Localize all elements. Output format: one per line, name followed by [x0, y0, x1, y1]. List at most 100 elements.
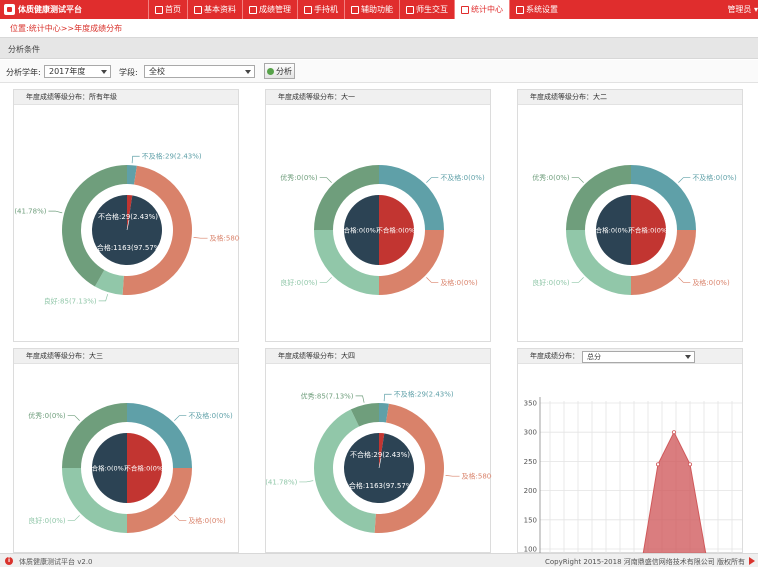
- pie-chart: 不及格:29(2.43%) 及格:580(48.66 良好:85(7.13%) 秀:4…: [14, 152, 240, 306]
- label-leader-line: [67, 415, 80, 421]
- nav-item[interactable]: 统计中心: [454, 0, 509, 19]
- panel-title: 年度成绩等级分布：大二: [518, 90, 742, 105]
- footer: i 体质健康测试平台 v2.0 CopyRight 2015-2018 河南鼎盛…: [0, 553, 758, 567]
- slice-label: 良好:0(0%): [532, 278, 570, 287]
- label-leader-line: [174, 515, 187, 521]
- year-label: 分析学年:: [6, 68, 41, 77]
- nav-item-label: 手持机: [314, 5, 338, 14]
- logo-icon: [4, 4, 15, 15]
- pie-chart: 不及格:0(0%) 及格:0(0%) 良好:0(0%) 优秀:0(0%) 合格:0(0%…: [532, 165, 737, 295]
- chevron-down-icon: [101, 70, 107, 74]
- slice-label: 不及格:29(2.43%): [394, 390, 454, 399]
- label-leader-line: [445, 475, 460, 477]
- nav-item-label: 基本资料: [204, 5, 236, 14]
- label-leader-line: [67, 515, 80, 521]
- pie-panel-year2: 年度成绩等级分布：大二 不及格:0(0%) 及格:0(0%) 良好:0(0%) 优秀:…: [517, 89, 743, 342]
- slice-label: 不及格:0(0%): [440, 173, 485, 182]
- inner-slice-label: 合格:0(0%): [596, 226, 631, 235]
- data-point[interactable]: [671, 430, 676, 435]
- inner-slice-label: 合格:0(0%): [344, 226, 379, 235]
- tool-icon: [351, 5, 359, 14]
- nav-item-label: 系统设置: [526, 5, 558, 14]
- slice-label: 及格:580(48.66: [462, 472, 492, 481]
- analyze-icon: [267, 67, 274, 75]
- grade-select[interactable]: 全校: [144, 65, 255, 78]
- area-series: [642, 431, 707, 555]
- slice-label: 及格:580(48.66: [210, 234, 240, 243]
- filter-row: 分析学年: 2017年度 学段: 全校 分析: [0, 60, 758, 83]
- label-leader-line: [98, 294, 109, 302]
- y-tick-label: 350: [524, 400, 537, 408]
- nav-item[interactable]: 成绩管理: [242, 0, 297, 19]
- user-menu[interactable]: 管理员 ▾: [727, 4, 758, 15]
- nav-item-label: 师生交互: [416, 5, 448, 14]
- inner-slice-label: 合格:1163(97.57%): [97, 243, 164, 252]
- inner-slice-label: 不合格:29(2.43%): [98, 212, 158, 221]
- pie-chart: 不及格:0(0%) 及格:0(0%) 良好:0(0%) 优秀:0(0%) 合格:0(0%…: [280, 165, 485, 295]
- slice-label: 不及格:0(0%): [188, 411, 233, 420]
- label-leader-line: [319, 177, 332, 183]
- nav-item[interactable]: 师生交互: [399, 0, 454, 19]
- nav-item-label: 首页: [165, 5, 181, 14]
- nav-item[interactable]: 首页: [148, 0, 187, 19]
- slice-label: 及格:0(0%): [188, 516, 226, 525]
- score-type-select-value: 总分: [587, 353, 601, 361]
- nav-item[interactable]: 辅助功能: [344, 0, 399, 19]
- info-icon: i: [5, 557, 13, 565]
- score-distribution-panel: 年度成绩分布： 总分 100 150 200 250 300 350: [517, 348, 743, 555]
- nav-item[interactable]: 手持机: [297, 0, 344, 19]
- label-leader-line: [319, 277, 332, 283]
- pie-panel-all: 年度成绩等级分布：所有年级 不及格:29(2.43%) 及格:580(48.66 良…: [13, 89, 240, 342]
- brand: 体质健康测试平台: [4, 3, 82, 16]
- year-select[interactable]: 2017年度: [44, 65, 111, 78]
- y-tick-label: 150: [524, 516, 537, 524]
- analyze-button[interactable]: 分析: [264, 63, 295, 79]
- slice-label: 优秀:0(0%): [280, 173, 318, 182]
- panel-title: 年度成绩等级分布：大一: [266, 90, 490, 105]
- filter-section-header: 分析条件: [0, 37, 758, 59]
- nav-item[interactable]: 系统设置: [509, 0, 564, 19]
- label-leader-line: [571, 177, 584, 183]
- label-leader-line: [571, 277, 584, 283]
- label-leader-line: [678, 177, 691, 183]
- label-leader-line: [355, 395, 365, 403]
- label-leader-line: [426, 177, 439, 183]
- nav-item-label: 统计中心: [471, 5, 503, 14]
- home-icon: [155, 5, 163, 14]
- panel-title: 年度成绩等级分布：大四: [266, 349, 490, 364]
- nav-item-label: 辅助功能: [361, 5, 393, 14]
- pie-panel-year4: 年度成绩等级分布：大四 不及格:29(2.43%) 及格:580(48.66 好:4…: [265, 348, 492, 553]
- main-nav: 首页 基本资料 成绩管理 手持机 辅助功能 师生交互 统计中心 系统设置: [148, 0, 564, 19]
- y-tick-label: 300: [524, 429, 537, 437]
- data-point[interactable]: [687, 462, 692, 467]
- inner-slice-label: 合格:1163(97.57%): [349, 481, 416, 490]
- pie-panel-year3: 年度成绩等级分布：大三 不及格:0(0%) 及格:0(0%) 良好:0(0%) 优秀:…: [13, 348, 239, 553]
- grade-label: 学段:: [119, 68, 138, 77]
- top-navigation-bar: 体质健康测试平台 首页 基本资料 成绩管理 手持机 辅助功能 师生交互 统计中心 系统设置 管…: [0, 0, 758, 19]
- pie-chart: 不及格:29(2.43%) 及格:580(48.66 好:498(41.78%) 优秀…: [266, 390, 492, 533]
- slice-label: 秀:498(41.78%): [14, 207, 47, 216]
- inner-slice-label: 合格:0(0%): [92, 464, 127, 473]
- year-select-value: 2017年度: [49, 67, 86, 76]
- data-point[interactable]: [655, 462, 660, 467]
- nav-item[interactable]: 基本资料: [187, 0, 242, 19]
- inner-slice-label: 不合格:0(0%): [124, 464, 165, 473]
- label-leader-line: [48, 210, 63, 214]
- chevron-down-icon: [245, 70, 251, 74]
- y-tick-label: 250: [524, 458, 537, 466]
- label-leader-line: [678, 277, 691, 283]
- slice-label: 不及格:29(2.43%): [142, 152, 202, 161]
- app-root: 体质健康测试平台 首页 基本资料 成绩管理 手持机 辅助功能 师生交互 统计中心 系统设置 管…: [0, 0, 758, 567]
- arrow-right-icon[interactable]: [749, 557, 755, 565]
- footer-copyright: CopyRight 2015-2018 河南鼎盛信网络技术有限公司 版权所有: [544, 558, 745, 566]
- slice-label: 好:498(41.78%): [266, 477, 298, 486]
- label-leader-line: [383, 393, 392, 402]
- label-leader-line: [193, 237, 208, 239]
- stats-icon: [461, 5, 469, 14]
- grade-select-value: 全校: [149, 67, 165, 76]
- score-type-select[interactable]: 总分: [582, 351, 695, 363]
- slice-label: 不及格:0(0%): [692, 173, 737, 182]
- user-icon: [194, 5, 202, 14]
- panel-title: 年度成绩等级分布：所有年级: [14, 90, 238, 105]
- footer-version: 体质健康测试平台 v2.0: [19, 558, 93, 566]
